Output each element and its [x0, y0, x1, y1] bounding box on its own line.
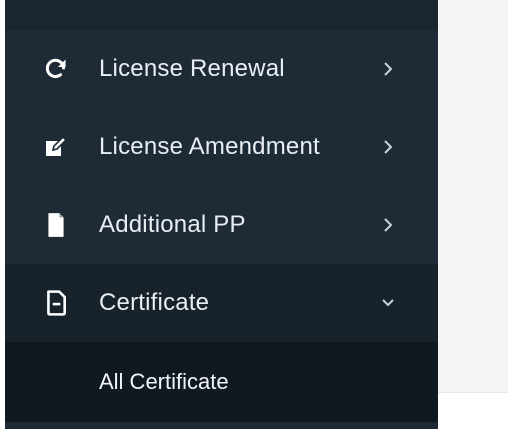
- chevron-right-icon: [379, 60, 397, 78]
- sidebar-top-strip: [5, 0, 438, 30]
- sidebar-item-label: Certificate: [99, 289, 210, 316]
- chevron-right-icon: [379, 216, 397, 234]
- main-content-area: [438, 0, 508, 393]
- sidebar-item-license-renewal[interactable]: License Renewal: [5, 30, 438, 108]
- sidebar-item-label: License Renewal: [99, 55, 285, 82]
- edit-icon: [43, 134, 69, 160]
- sidebar-item-additional-pp[interactable]: Additional PP: [5, 186, 438, 264]
- refresh-icon: [43, 56, 69, 82]
- file-icon: [43, 290, 69, 316]
- sidebar-bottom-strip: [5, 422, 438, 429]
- certificate-submenu: All Certificate: [5, 342, 438, 422]
- sidebar-item-label: License Amendment: [99, 133, 320, 160]
- document-icon: [43, 212, 69, 238]
- sidebar-item-certificate[interactable]: Certificate: [5, 264, 438, 342]
- app-window: License Renewal License Amendment Additi…: [0, 0, 508, 429]
- chevron-down-icon: [379, 294, 397, 312]
- sidebar-item-label: Additional PP: [99, 211, 246, 238]
- sidebar-item-license-amendment[interactable]: License Amendment: [5, 108, 438, 186]
- chevron-right-icon: [379, 138, 397, 156]
- submenu-item-all-certificate[interactable]: All Certificate: [99, 369, 229, 395]
- sidebar: License Renewal License Amendment Additi…: [5, 0, 438, 429]
